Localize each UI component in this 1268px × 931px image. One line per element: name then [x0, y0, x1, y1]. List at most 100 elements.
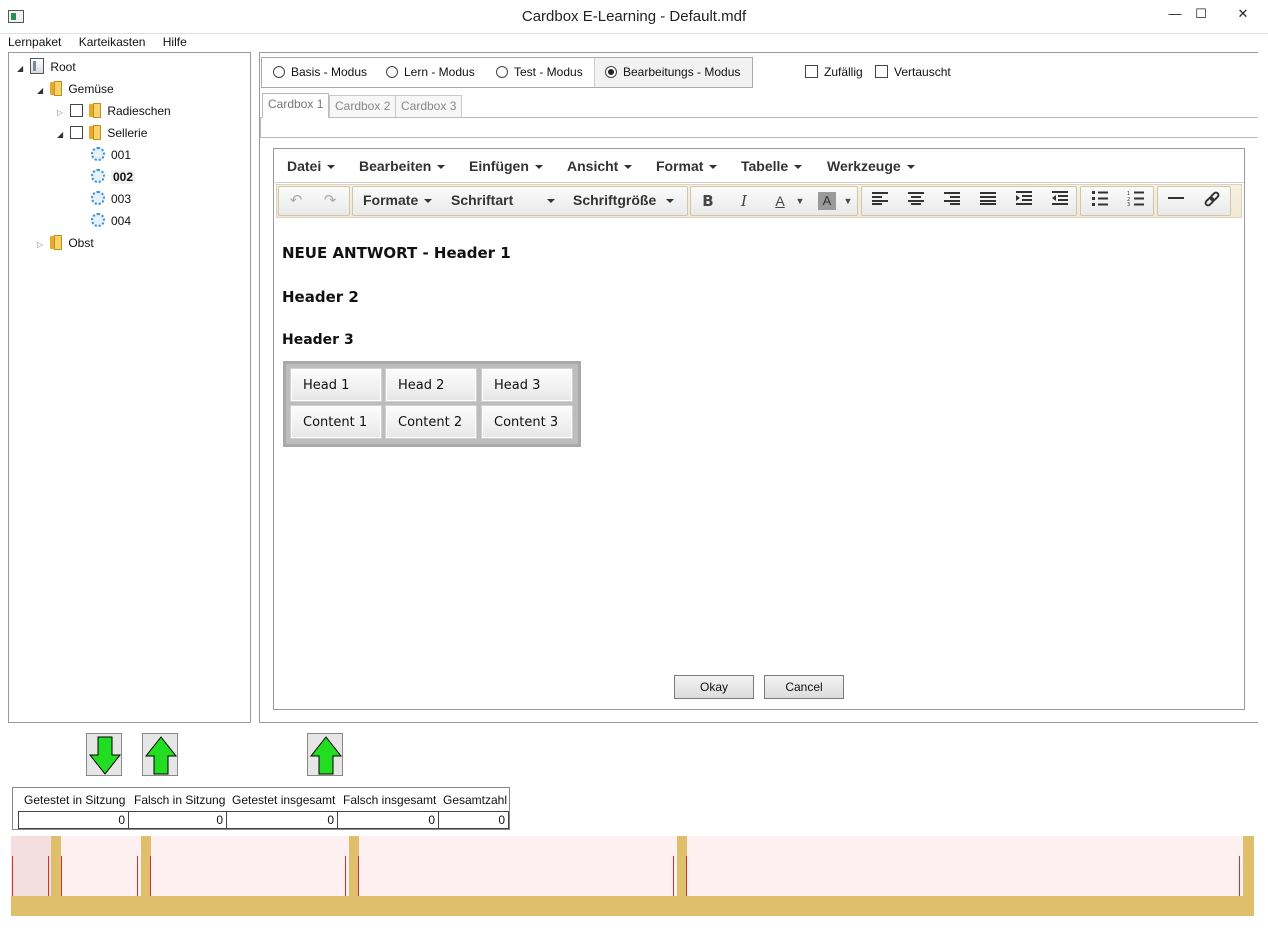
- tree-node-card-selected[interactable]: 002: [91, 167, 136, 187]
- radio-test-modus[interactable]: Test - Modus: [496, 65, 583, 79]
- font-size-dropdown[interactable]: Schriftgröße: [573, 192, 675, 208]
- checkbox[interactable]: [875, 65, 888, 78]
- radio-basis-modus[interactable]: Basis - Modus: [273, 65, 367, 79]
- stats-header: Falsch insgesamt: [343, 793, 437, 807]
- dropdown-label: Formate: [363, 192, 419, 208]
- progress-strip-column: [51, 836, 61, 916]
- stats-value: 0: [18, 811, 129, 829]
- okay-button[interactable]: Okay: [674, 675, 754, 699]
- editor-menu-ansicht[interactable]: Ansicht: [567, 158, 633, 174]
- caret-down-icon: [534, 165, 543, 169]
- radio-indicator[interactable]: [496, 66, 508, 78]
- menu-label: Datei: [287, 158, 322, 174]
- maximize-button[interactable]: ☐: [1188, 4, 1214, 24]
- editor-menu-bearbeiten[interactable]: Bearbeiten: [359, 158, 446, 174]
- tree-node-root[interactable]: ◢ Root: [17, 57, 76, 77]
- caret-down-icon: [437, 165, 446, 169]
- minimize-button[interactable]: —: [1162, 4, 1188, 24]
- checkbox[interactable]: [70, 126, 84, 139]
- expand-icon[interactable]: ◢: [17, 59, 27, 79]
- dropdown-label: Schriftgröße: [573, 192, 657, 208]
- checkbox[interactable]: [805, 65, 818, 78]
- cancel-button[interactable]: Cancel: [764, 675, 844, 699]
- expand-icon[interactable]: ◢: [37, 81, 47, 101]
- menu-label: Werkzeuge: [827, 158, 901, 174]
- tree-node-card[interactable]: 004: [91, 211, 131, 231]
- checkbox-vertauscht[interactable]: Vertauscht: [875, 65, 951, 79]
- tab-cardbox-3[interactable]: Cardbox 3: [395, 95, 463, 117]
- editor-menu-format[interactable]: Format: [656, 158, 718, 174]
- radio-indicator[interactable]: [273, 66, 285, 78]
- italic-button[interactable]: I: [732, 190, 756, 212]
- stats-header: Getestet insgesamt: [232, 793, 336, 807]
- collapsed-icon[interactable]: ▷: [57, 103, 67, 123]
- editor-menu-werkzeuge[interactable]: Werkzeuge: [827, 158, 915, 174]
- tree-node-gemuese[interactable]: ◢ Gemüse: [37, 79, 114, 99]
- bold-button[interactable]: B: [696, 190, 720, 212]
- redo-icon[interactable]: ↷: [318, 190, 342, 212]
- tree-node-radieschen[interactable]: ▷ Radieschen: [57, 101, 171, 121]
- table-cell: Content 2: [385, 405, 477, 439]
- tree-node-label: Root: [50, 60, 76, 74]
- chevron-down-icon[interactable]: ▼: [794, 190, 806, 212]
- move-card-up-button[interactable]: [307, 733, 343, 776]
- tree-node-label: Radieschen: [107, 104, 171, 118]
- move-down-button[interactable]: [86, 733, 122, 776]
- progress-marker: [137, 856, 138, 896]
- radio-lern-modus[interactable]: Lern - Modus: [386, 65, 475, 79]
- align-center-icon[interactable]: [904, 190, 928, 212]
- tab-cardbox-2[interactable]: Cardbox 2: [329, 95, 397, 117]
- radio-label: Lern - Modus: [404, 65, 475, 79]
- menu-karteikasten[interactable]: Karteikasten: [79, 35, 146, 49]
- outdent-icon[interactable]: [1048, 190, 1072, 212]
- numbered-list-icon[interactable]: 123: [1124, 190, 1148, 212]
- font-color-button[interactable]: A: [768, 190, 792, 212]
- bullet-list-icon[interactable]: [1088, 190, 1112, 212]
- tree-node-label: Sellerie: [107, 126, 148, 140]
- tree-node-card[interactable]: 001: [91, 145, 131, 165]
- progress-marker: [1239, 856, 1240, 896]
- editor-menu-tabelle[interactable]: Tabelle: [741, 158, 803, 174]
- editor-menu-datei[interactable]: Datei: [287, 158, 336, 174]
- caret-down-icon: [547, 199, 556, 203]
- horizontal-rule-icon[interactable]: [1164, 190, 1188, 212]
- collapsed-icon[interactable]: ▷: [37, 235, 47, 255]
- caret-down-icon: [424, 199, 433, 203]
- align-right-icon[interactable]: [940, 190, 964, 212]
- undo-icon[interactable]: ↶: [284, 190, 308, 212]
- tree-node-sellerie[interactable]: ◢ Sellerie: [57, 123, 147, 143]
- close-button[interactable]: ✕: [1230, 4, 1256, 24]
- tab-cardbox-1[interactable]: Cardbox 1: [262, 93, 330, 118]
- link-icon[interactable]: [1200, 190, 1224, 212]
- menu-label: Ansicht: [567, 158, 619, 174]
- editor-menu-einfuegen[interactable]: Einfügen: [469, 158, 543, 174]
- align-left-icon[interactable]: [868, 190, 892, 212]
- tree-node-card[interactable]: 003: [91, 189, 131, 209]
- radio-indicator[interactable]: [386, 66, 398, 78]
- checkbox[interactable]: [70, 104, 84, 117]
- tree-node-label: Obst: [68, 236, 94, 250]
- menu-label: Tabelle: [741, 158, 789, 174]
- radio-indicator-selected[interactable]: [605, 66, 617, 78]
- progress-marker: [48, 856, 49, 896]
- chevron-down-icon[interactable]: ▼: [842, 190, 854, 212]
- table-header-cell: Head 3: [481, 368, 573, 402]
- menu-lernpaket[interactable]: Lernpaket: [8, 35, 61, 49]
- toolbar-group-align: [861, 186, 1077, 216]
- stats-header: Falsch in Sitzung: [134, 793, 226, 807]
- tree-node-label: 001: [111, 148, 132, 162]
- folder-icon: [50, 235, 63, 250]
- indent-icon[interactable]: [1012, 190, 1036, 212]
- align-justify-icon[interactable]: [976, 190, 1000, 212]
- menu-hilfe[interactable]: Hilfe: [163, 35, 187, 49]
- font-family-dropdown[interactable]: Schriftart: [451, 192, 556, 208]
- window-title: Cardbox E-Learning - Default.mdf: [521, 8, 747, 25]
- move-up-button[interactable]: [142, 733, 178, 776]
- formats-dropdown[interactable]: Formate: [363, 192, 433, 208]
- background-color-button[interactable]: A: [818, 192, 836, 210]
- tree-node-obst[interactable]: ▷ Obst: [37, 233, 94, 253]
- expand-icon[interactable]: ◢: [57, 125, 67, 145]
- folder-icon: [50, 81, 63, 96]
- checkbox-zufaellig[interactable]: Zufällig: [805, 65, 863, 79]
- radio-bearbeitungs-modus[interactable]: Bearbeitungs - Modus: [605, 65, 740, 79]
